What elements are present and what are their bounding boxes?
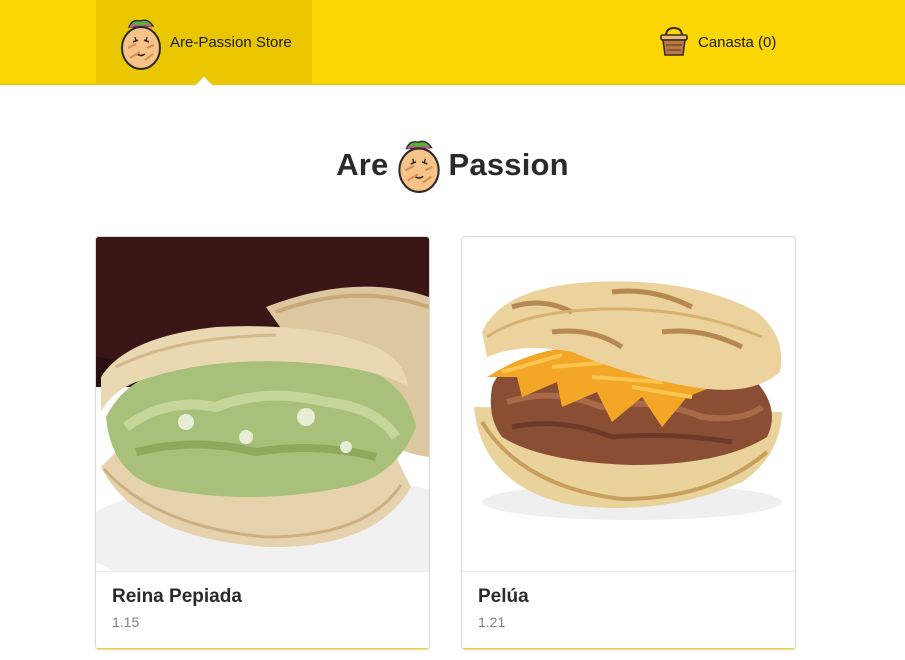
product-card[interactable]: Pelúa 1.21 xyxy=(461,236,796,650)
brand-label: Are-Passion Store xyxy=(170,34,292,51)
pelua-photo xyxy=(462,237,795,571)
product-info: Reina Pepiada 1.15 xyxy=(96,571,429,649)
basket-icon xyxy=(660,26,688,56)
product-card[interactable]: Reina Pepiada 1.15 xyxy=(95,236,430,650)
title-word-right: Passion xyxy=(448,147,569,182)
product-price: 1.15 xyxy=(112,614,140,630)
reina-pepiada-photo xyxy=(96,237,429,571)
arepa-logo-icon xyxy=(118,15,164,71)
page-title: Are Passion xyxy=(0,130,905,200)
brand-link[interactable]: Are-Passion Store xyxy=(96,0,312,85)
product-info: Pelúa 1.21 xyxy=(462,571,795,649)
cart-button[interactable]: Canasta (0) xyxy=(656,22,776,62)
product-name: Reina Pepiada xyxy=(112,586,242,607)
product-price: 1.21 xyxy=(478,614,506,630)
title-word-left: Are xyxy=(336,147,389,182)
cart-label: Canasta (0) xyxy=(698,33,777,51)
product-name: Pelúa xyxy=(478,586,529,607)
top-navbar: Are-Passion Store Canasta (0) xyxy=(0,0,905,94)
arepa-mascot-icon xyxy=(395,136,443,194)
